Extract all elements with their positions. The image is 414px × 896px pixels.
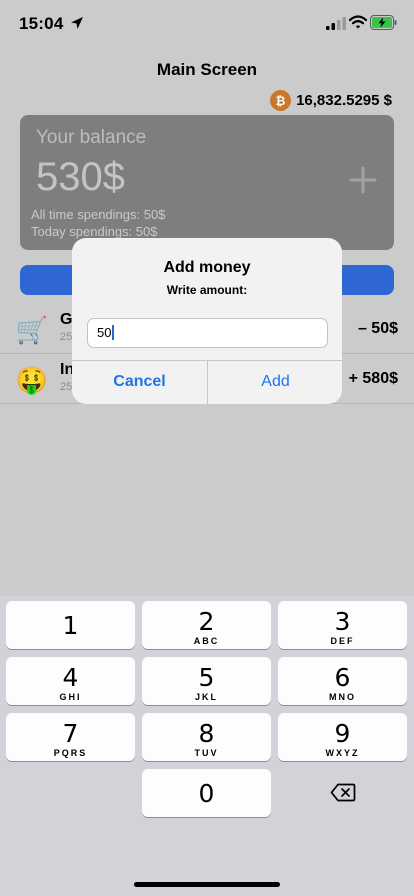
key-digit: 1 [62,611,79,640]
key-4[interactable]: 4 GHI [6,657,135,705]
key-3[interactable]: 3 DEF [278,601,407,649]
amount-input-value: 50 [97,325,112,340]
key-digit: 0 [198,779,215,808]
delete-key[interactable] [277,768,408,816]
amount-input[interactable]: 50 [87,318,328,348]
key-digit: 8 [198,719,215,748]
key-2[interactable]: 2 ABC [142,601,271,649]
transaction-title: G [60,311,73,328]
key-9[interactable]: 9 WXYZ [278,713,407,761]
crypto-rate: ₿ 16,832.5295 $ [270,90,392,111]
key-letters: TUV [194,748,219,758]
key-digit: 9 [334,719,351,748]
key-letters: MNO [329,692,356,702]
balance-label: Your balance [36,127,147,148]
key-digit: 3 [334,607,351,636]
add-button[interactable]: Add [208,360,342,404]
cart-icon: 🛒 [15,314,49,345]
bitcoin-icon: ₿ [270,90,292,111]
battery-icon [370,15,397,30]
status-bar: 15:04 [0,0,414,48]
key-digit: 7 [62,719,79,748]
balance-card: Your balance 530$ All time spendings: 50… [20,115,394,250]
dialog-message: Write amount: [166,283,248,297]
delete-icon [330,783,355,801]
key-digit: 4 [62,663,79,692]
transaction-subtitle: 25 [60,331,73,343]
key-digit: 5 [198,663,215,692]
balance-amount: 530$ [36,155,125,199]
key-8[interactable]: 8 TUV [142,713,271,761]
transaction-amount: + 580$ [348,370,398,387]
cancel-button[interactable]: Cancel [72,360,207,404]
key-6[interactable]: 6 MNO [278,657,407,705]
key-7[interactable]: 7 PQRS [6,713,135,761]
key-1[interactable]: 1 [6,601,135,649]
dialog-title: Add money [163,259,251,276]
plus-icon[interactable] [348,165,378,195]
key-letters: DEF [330,636,355,646]
transaction-amount: – 50$ [357,320,398,337]
wifi-icon [349,15,367,29]
signal-icon [326,17,346,30]
key-0[interactable]: 0 [142,769,271,817]
screen-title: Main Screen [156,60,258,79]
numeric-keypad: 1 2 ABC 3 DEF 4 GHI 5 JKL 6 MNO 7 PQRS 8… [0,596,414,896]
money-face-icon: 🤑 [15,364,49,395]
transaction-subtitle: 25 [60,381,73,393]
location-arrow-icon [71,17,83,29]
key-letters: WXYZ [325,748,360,758]
key-digit: 2 [198,607,215,636]
home-indicator [134,882,280,887]
key-5[interactable]: 5 JKL [142,657,271,705]
text-caret [112,325,115,340]
key-letters: PQRS [53,748,88,758]
add-money-dialog: Add money Write amount: 50 Cancel Add [72,238,342,404]
today-spendings: Today spendings: 50$ [31,224,158,239]
key-digit: 6 [334,663,351,692]
all-time-spendings: All time spendings: 50$ [31,207,166,222]
status-time: 15:04 [19,14,64,33]
key-letters: GHI [59,692,82,702]
key-letters: ABC [193,636,220,646]
crypto-value: 16,832.5295 $ [296,92,392,109]
key-letters: JKL [194,692,218,702]
